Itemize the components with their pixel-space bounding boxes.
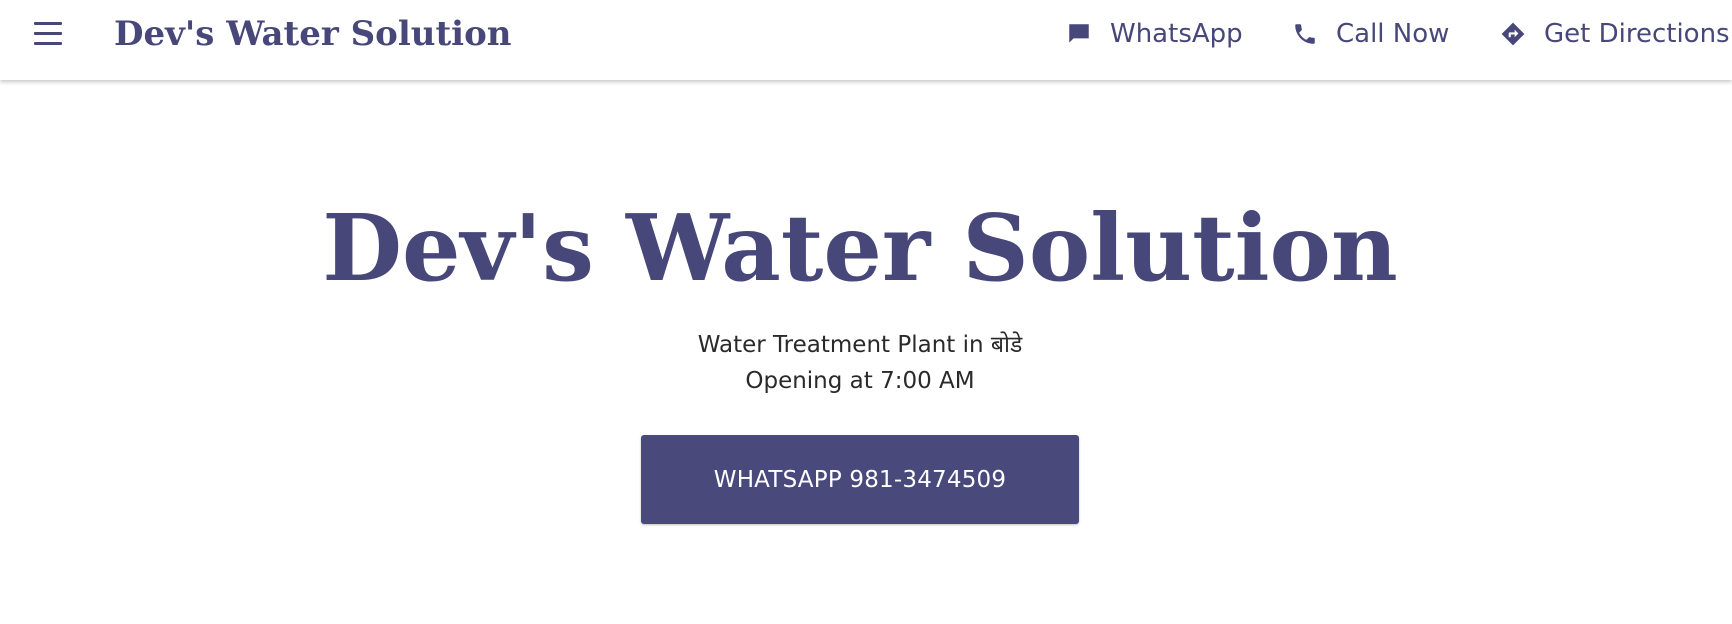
get-directions-label: Get Directions — [1544, 19, 1730, 49]
whatsapp-label: WhatsApp — [1110, 19, 1243, 49]
menu-icon[interactable] — [34, 22, 62, 46]
top-app-bar: Dev's Water Solution WhatsApp Call Now G… — [0, 0, 1732, 80]
hero-subtitle: Water Treatment Plant in बोडे — [697, 332, 1023, 358]
hero-title: Dev's Water Solution — [322, 194, 1398, 302]
opening-hours: Opening at 7:00 AM — [745, 368, 975, 394]
whatsapp-cta-button[interactable]: WHATSAPP 981-3474509 — [641, 435, 1079, 524]
phone-icon — [1292, 21, 1318, 47]
whatsapp-cta-label: WHATSAPP 981-3474509 — [713, 466, 1007, 493]
get-directions-action[interactable]: Get Directions — [1500, 12, 1730, 56]
directions-icon — [1500, 21, 1526, 47]
chat-icon — [1066, 21, 1092, 47]
site-brand[interactable]: Dev's Water Solution — [114, 10, 512, 58]
call-now-label: Call Now — [1336, 19, 1450, 49]
whatsapp-action[interactable]: WhatsApp — [1066, 12, 1243, 56]
call-now-action[interactable]: Call Now — [1292, 12, 1449, 56]
